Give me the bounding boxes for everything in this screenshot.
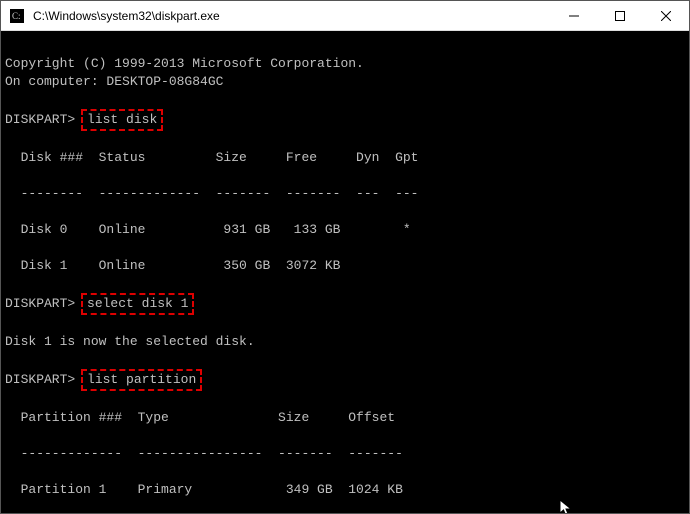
window-controls [551, 1, 689, 30]
msg-disk-selected: Disk 1 is now the selected disk. [5, 333, 685, 351]
partition-row-0: Partition 1 Primary 349 GB 1024 KB [5, 481, 685, 499]
prompt-line: DISKPART> list disk [5, 109, 685, 131]
disk-table-divider: -------- ------------- ------- ------- -… [5, 185, 685, 203]
cmd-list-partition: list partition [81, 369, 202, 391]
cmd-list-disk: list disk [81, 109, 163, 131]
partition-table-divider: ------------- ---------------- ------- -… [5, 445, 685, 463]
terminal-output[interactable]: Copyright (C) 1999-2013 Microsoft Corpor… [1, 31, 689, 513]
titlebar[interactable]: C: C:\Windows\system32\diskpart.exe [1, 1, 689, 31]
cmd-select-disk: select disk 1 [81, 293, 194, 315]
window-title: C:\Windows\system32\diskpart.exe [33, 9, 551, 23]
minimize-button[interactable] [551, 1, 597, 31]
svg-text:C:: C: [12, 11, 21, 21]
app-icon: C: [9, 8, 25, 24]
prompt: DISKPART> [5, 296, 75, 311]
disk-row-1: Disk 1 Online 350 GB 3072 KB [5, 257, 685, 275]
diskpart-window: C: C:\Windows\system32\diskpart.exe Copy… [0, 0, 690, 514]
prompt-line: DISKPART> list partition [5, 369, 685, 391]
maximize-button[interactable] [597, 1, 643, 31]
copyright-line: Copyright (C) 1999-2013 Microsoft Corpor… [5, 55, 685, 73]
prompt-line: DISKPART> select disk 1 [5, 293, 685, 315]
prompt: DISKPART> [5, 112, 75, 127]
prompt: DISKPART> [5, 372, 75, 387]
disk-row-0: Disk 0 Online 931 GB 133 GB * [5, 221, 685, 239]
computer-line: On computer: DESKTOP-08G84GC [5, 73, 685, 91]
mouse-cursor-icon [559, 499, 575, 513]
close-button[interactable] [643, 1, 689, 31]
partition-table-header: Partition ### Type Size Offset [5, 409, 685, 427]
disk-table-header: Disk ### Status Size Free Dyn Gpt [5, 149, 685, 167]
